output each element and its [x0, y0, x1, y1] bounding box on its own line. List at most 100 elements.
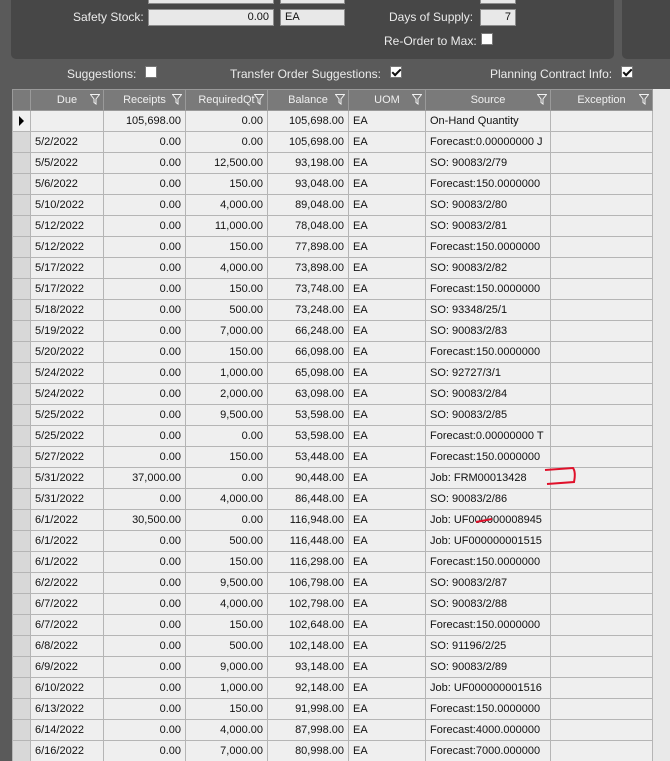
cell-exception[interactable] — [550, 383, 653, 405]
cell-balance[interactable]: 93,198.00 — [267, 152, 349, 174]
cell-uom[interactable]: EA — [348, 236, 426, 258]
cell-due[interactable]: 5/12/2022 — [30, 236, 104, 258]
row-selector[interactable] — [12, 194, 31, 216]
cell-receipts[interactable]: 0.00 — [103, 698, 186, 720]
cell-required-qty[interactable]: 7,000.00 — [185, 320, 268, 342]
cell-exception[interactable] — [550, 551, 653, 573]
cell-exception[interactable] — [550, 341, 653, 363]
cell-receipts[interactable]: 0.00 — [103, 173, 186, 195]
cell-uom[interactable]: EA — [348, 194, 426, 216]
cell-required-qty[interactable]: 1,000.00 — [185, 362, 268, 384]
planning-contract-info-checkbox[interactable] — [621, 66, 633, 78]
row-selector[interactable] — [12, 719, 31, 741]
table-row[interactable]: 5/10/2022 0.00 4,000.00 89,048.00 EA SO: 9008… — [12, 194, 653, 216]
table-row[interactable]: 6/14/2022 0.00 4,000.00 87,998.00 EA Forecast… — [12, 719, 653, 741]
cell-source[interactable]: Forecast:150.0000000 — [425, 341, 551, 363]
cell-exception[interactable] — [550, 698, 653, 720]
cell-exception[interactable] — [550, 152, 653, 174]
table-row[interactable]: 5/6/2022 0.00 150.00 93,048.00 EA Forecast:15… — [12, 173, 653, 195]
cell-source[interactable]: Forecast:4000.000000 — [425, 719, 551, 741]
cell-receipts[interactable]: 0.00 — [103, 593, 186, 615]
cell-uom[interactable]: EA — [348, 299, 426, 321]
cell-uom[interactable]: EA — [348, 278, 426, 300]
cell-balance[interactable]: 90,448.00 — [267, 467, 349, 489]
cell-uom[interactable]: EA — [348, 173, 426, 195]
cell-uom[interactable]: EA — [348, 425, 426, 447]
table-row[interactable]: 5/31/2022 0.00 4,000.00 86,448.00 EA SO: 9008… — [12, 488, 653, 510]
cell-due[interactable]: 6/7/2022 — [30, 593, 104, 615]
table-row[interactable]: 5/18/2022 0.00 500.00 73,248.00 EA SO: 93348/… — [12, 299, 653, 321]
cell-due[interactable]: 5/17/2022 — [30, 278, 104, 300]
cell-source[interactable]: SO: 90083/2/84 — [425, 383, 551, 405]
cell-exception[interactable] — [550, 530, 653, 552]
table-row[interactable]: 5/27/2022 0.00 150.00 53,448.00 EA Forecast:1… — [12, 446, 653, 468]
cell-uom[interactable]: EA — [348, 383, 426, 405]
column-header-source[interactable]: Source — [425, 89, 551, 111]
table-row[interactable]: 6/13/2022 0.00 150.00 91,998.00 EA Forecast:1… — [12, 698, 653, 720]
row-selector[interactable] — [12, 698, 31, 720]
cell-due[interactable]: 6/1/2022 — [30, 530, 104, 552]
row-selector[interactable] — [12, 320, 31, 342]
cell-uom[interactable]: EA — [348, 362, 426, 384]
filter-icon[interactable] — [172, 94, 182, 105]
row-selector[interactable] — [12, 383, 31, 405]
cell-required-qty[interactable]: 0.00 — [185, 110, 268, 132]
cell-due[interactable]: 6/13/2022 — [30, 698, 104, 720]
cell-balance[interactable]: 73,748.00 — [267, 278, 349, 300]
cell-balance[interactable]: 116,948.00 — [267, 509, 349, 531]
cell-balance[interactable]: 92,148.00 — [267, 677, 349, 699]
cell-source[interactable]: SO: 90083/2/82 — [425, 257, 551, 279]
cell-required-qty[interactable]: 9,500.00 — [185, 572, 268, 594]
cell-uom[interactable]: EA — [348, 509, 426, 531]
cell-required-qty[interactable]: 0.00 — [185, 509, 268, 531]
cell-balance[interactable]: 53,448.00 — [267, 446, 349, 468]
table-row[interactable]: 5/5/2022 0.00 12,500.00 93,198.00 EA SO: 9008… — [12, 152, 653, 174]
table-row[interactable]: 6/8/2022 0.00 500.00 102,148.00 EA SO: 91196/… — [12, 635, 653, 657]
cell-source[interactable]: Job: UF000000001516 — [425, 677, 551, 699]
table-row[interactable]: 5/12/2022 0.00 150.00 77,898.00 EA Forecast:1… — [12, 236, 653, 258]
cell-exception[interactable] — [550, 572, 653, 594]
cell-required-qty[interactable]: 11,000.00 — [185, 215, 268, 237]
cell-receipts[interactable]: 0.00 — [103, 446, 186, 468]
cell-source[interactable]: SO: 90083/2/80 — [425, 194, 551, 216]
safety-stock-uom-input[interactable]: EA — [280, 9, 345, 26]
cell-required-qty[interactable]: 0.00 — [185, 131, 268, 153]
cell-balance[interactable]: 66,248.00 — [267, 320, 349, 342]
cell-source[interactable]: SO: 90083/2/86 — [425, 488, 551, 510]
cell-source[interactable]: SO: 90083/2/87 — [425, 572, 551, 594]
reorder-to-max-checkbox[interactable] — [481, 33, 493, 45]
cell-receipts[interactable]: 105,698.00 — [103, 110, 186, 132]
cell-uom[interactable]: EA — [348, 152, 426, 174]
cell-uom[interactable]: EA — [348, 467, 426, 489]
column-header-due[interactable]: Due — [30, 89, 104, 111]
cell-source[interactable]: SO: 90083/2/83 — [425, 320, 551, 342]
cell-uom[interactable]: EA — [348, 446, 426, 468]
cell-uom[interactable]: EA — [348, 131, 426, 153]
cell-exception[interactable] — [550, 173, 653, 195]
cell-balance[interactable]: 93,148.00 — [267, 656, 349, 678]
cell-exception[interactable] — [550, 467, 653, 489]
cell-receipts[interactable]: 0.00 — [103, 656, 186, 678]
row-selector[interactable] — [12, 257, 31, 279]
cell-uom[interactable]: EA — [348, 740, 426, 761]
cell-receipts[interactable]: 0.00 — [103, 614, 186, 636]
row-selector[interactable] — [12, 467, 31, 489]
row-selector[interactable] — [12, 110, 31, 132]
cell-required-qty[interactable]: 150.00 — [185, 614, 268, 636]
cell-source[interactable]: SO: 91196/2/25 — [425, 635, 551, 657]
cell-uom[interactable]: EA — [348, 656, 426, 678]
table-row[interactable]: 6/7/2022 0.00 4,000.00 102,798.00 EA SO: 9008… — [12, 593, 653, 615]
cell-receipts[interactable]: 0.00 — [103, 383, 186, 405]
cell-balance[interactable]: 105,698.00 — [267, 110, 349, 132]
cell-exception[interactable] — [550, 404, 653, 426]
cell-required-qty[interactable]: 150.00 — [185, 173, 268, 195]
cell-source[interactable]: Forecast:7000.000000 — [425, 740, 551, 761]
table-row[interactable]: 6/1/2022 0.00 500.00 116,448.00 EA Job: UF000… — [12, 530, 653, 552]
cell-exception[interactable] — [550, 194, 653, 216]
cell-balance[interactable]: 105,698.00 — [267, 131, 349, 153]
cell-uom[interactable]: EA — [348, 614, 426, 636]
row-selector[interactable] — [12, 173, 31, 195]
cell-balance[interactable]: 63,098.00 — [267, 383, 349, 405]
table-row[interactable]: 6/2/2022 0.00 9,500.00 106,798.00 EA SO: 9008… — [12, 572, 653, 594]
cell-source[interactable]: SO: 90083/2/81 — [425, 215, 551, 237]
